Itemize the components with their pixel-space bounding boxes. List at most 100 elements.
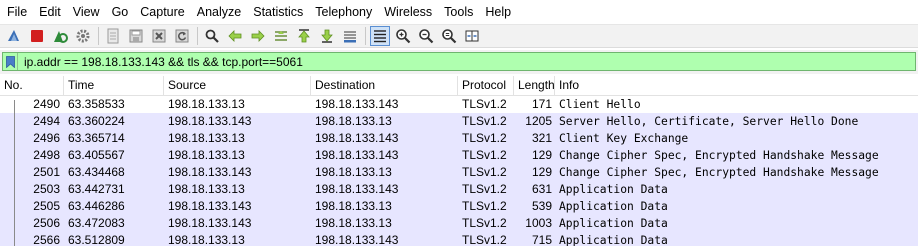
packet-cell-len: 715 (531, 233, 552, 246)
packet-cell-info: Change Cipher Spec, Encrypted Handshake … (559, 149, 879, 162)
packet-cell-info: Client Hello (559, 98, 641, 111)
packet-cell-src: 198.18.133.143 (168, 114, 252, 128)
column-header-destination[interactable]: Destination (311, 76, 458, 95)
packet-cell-src: 198.18.133.13 (168, 233, 245, 246)
packet-row[interactable]: 2490 63.358533 198.18.133.13 198.18.133.143… (0, 96, 918, 113)
packet-cell-dst: 198.18.133.143 (315, 148, 399, 162)
menu-capture[interactable]: Capture (134, 2, 190, 22)
stop-square-icon[interactable] (27, 26, 47, 46)
packet-cell-src: 198.18.133.13 (168, 131, 245, 145)
packet-row[interactable]: 2566 63.512809 198.18.133.13 198.18.133.143… (0, 232, 918, 246)
zoom-in-icon[interactable] (393, 26, 413, 46)
zoom-out-icon[interactable] (416, 26, 436, 46)
go-back-icon[interactable] (225, 26, 245, 46)
display-filter-input[interactable]: ip.addr == 198.18.133.143 && tls && tcp.… (2, 52, 916, 71)
menu-wireless[interactable]: Wireless (378, 2, 438, 22)
packet-cell-proto: TLSv1.2 (462, 216, 507, 230)
packet-cell-len: 129 (531, 165, 552, 179)
menu-help[interactable]: Help (479, 2, 517, 22)
packet-cell-src: 198.18.133.13 (168, 182, 245, 196)
packet-row[interactable]: 2501 63.434468 198.18.133.143 198.18.133.13… (0, 164, 918, 181)
packet-cell-dst: 198.18.133.143 (315, 97, 399, 111)
menu-tools[interactable]: Tools (438, 2, 479, 22)
packet-cell-src: 198.18.133.143 (168, 216, 252, 230)
packet-cell-len: 539 (531, 199, 552, 213)
packet-cell-time: 63.472083 (68, 216, 125, 230)
go-to-packet-icon[interactable] (271, 26, 291, 46)
menu-bar: File Edit View Go Capture Analyze Statistics Te… (0, 0, 918, 24)
packet-cell-info: Application Data (559, 200, 668, 213)
packet-cell-info: Application Data (559, 234, 668, 246)
column-header-protocol[interactable]: Protocol (458, 76, 514, 95)
packet-cell-time: 63.442731 (68, 182, 125, 196)
packet-cell-proto: TLSv1.2 (462, 148, 507, 162)
packet-cell-dst: 198.18.133.13 (315, 216, 392, 230)
filter-expression[interactable]: ip.addr == 198.18.133.143 && tls && tcp.… (24, 55, 303, 69)
packet-cell-dst: 198.18.133.13 (315, 165, 392, 179)
packet-cell-time: 63.358533 (68, 97, 125, 111)
packet-cell-dst: 198.18.133.143 (315, 233, 399, 246)
colorize-icon[interactable] (370, 26, 390, 46)
menu-analyze[interactable]: Analyze (191, 2, 247, 22)
reload-icon[interactable] (172, 26, 192, 46)
packet-cell-dst: 198.18.133.143 (315, 182, 399, 196)
menu-file[interactable]: File (0, 2, 33, 22)
packet-cell-no: 2494 (33, 114, 60, 128)
go-first-packet-icon[interactable] (294, 26, 314, 46)
packet-row[interactable]: 2503 63.442731 198.18.133.13 198.18.133.143… (0, 181, 918, 198)
packet-cell-time: 63.405567 (68, 148, 125, 162)
packet-cell-src: 198.18.133.13 (168, 148, 245, 162)
column-header-info[interactable]: Info (555, 76, 918, 95)
menu-edit[interactable]: Edit (33, 2, 67, 22)
packet-cell-no: 2490 (33, 97, 60, 111)
packet-cell-no: 2498 (33, 148, 60, 162)
packet-cell-src: 198.18.133.143 (168, 165, 252, 179)
close-file-icon[interactable] (149, 26, 169, 46)
packet-cell-no: 2501 (33, 165, 60, 179)
packet-cell-dst: 198.18.133.143 (315, 131, 399, 145)
packet-row[interactable]: 2496 63.365714 198.18.133.13 198.18.133.143… (0, 130, 918, 147)
packet-rows: 2490 63.358533 198.18.133.13 198.18.133.143… (0, 96, 918, 246)
packet-cell-time: 63.365714 (68, 131, 125, 145)
column-header-source[interactable]: Source (164, 76, 311, 95)
packet-cell-len: 321 (531, 131, 552, 145)
packet-row[interactable]: 2498 63.405567 198.18.133.13 198.18.133.143… (0, 147, 918, 164)
resize-columns-icon[interactable] (462, 26, 482, 46)
column-header-time[interactable]: Time (64, 76, 164, 95)
restart-capture-icon[interactable] (50, 26, 70, 46)
menu-telephony[interactable]: Telephony (309, 2, 378, 22)
packet-cell-src: 198.18.133.13 (168, 97, 245, 111)
menu-statistics[interactable]: Statistics (247, 2, 309, 22)
find-packet-icon[interactable] (202, 26, 222, 46)
go-forward-icon[interactable] (248, 26, 268, 46)
packet-cell-proto: TLSv1.2 (462, 233, 507, 246)
menu-go[interactable]: Go (106, 2, 135, 22)
packet-cell-len: 129 (531, 148, 552, 162)
normal-size-icon[interactable] (439, 26, 459, 46)
open-file-icon[interactable] (103, 26, 123, 46)
packet-cell-time: 63.434468 (68, 165, 125, 179)
save-file-icon[interactable] (126, 26, 146, 46)
packet-cell-proto: TLSv1.2 (462, 114, 507, 128)
packet-list: No. Time Source Destination Protocol Len… (0, 76, 918, 246)
conversation-bracket (14, 100, 15, 246)
go-last-packet-icon[interactable] (317, 26, 337, 46)
shark-fin-start-icon[interactable] (4, 26, 24, 46)
main-toolbar (0, 24, 918, 48)
menu-view[interactable]: View (67, 2, 106, 22)
packet-cell-info: Change Cipher Spec, Encrypted Handshake … (559, 166, 879, 179)
capture-options-gear-icon[interactable] (73, 26, 93, 46)
packet-cell-proto: TLSv1.2 (462, 182, 507, 196)
packet-row[interactable]: 2505 63.446286 198.18.133.143 198.18.133.13… (0, 198, 918, 215)
packet-row[interactable]: 2506 63.472083 198.18.133.143 198.18.133.13… (0, 215, 918, 232)
column-header-length[interactable]: Length (514, 76, 555, 95)
column-header-no[interactable]: No. (0, 76, 64, 95)
packet-cell-no: 2506 (33, 216, 60, 230)
packet-cell-info: Application Data (559, 217, 668, 230)
packet-row[interactable]: 2494 63.360224 198.18.133.143 198.18.133.13… (0, 113, 918, 130)
packet-cell-proto: TLSv1.2 (462, 165, 507, 179)
packet-cell-proto: TLSv1.2 (462, 97, 507, 111)
packet-cell-len: 171 (531, 97, 552, 111)
filter-bookmark-icon[interactable] (3, 53, 18, 70)
auto-scroll-icon[interactable] (340, 26, 360, 46)
